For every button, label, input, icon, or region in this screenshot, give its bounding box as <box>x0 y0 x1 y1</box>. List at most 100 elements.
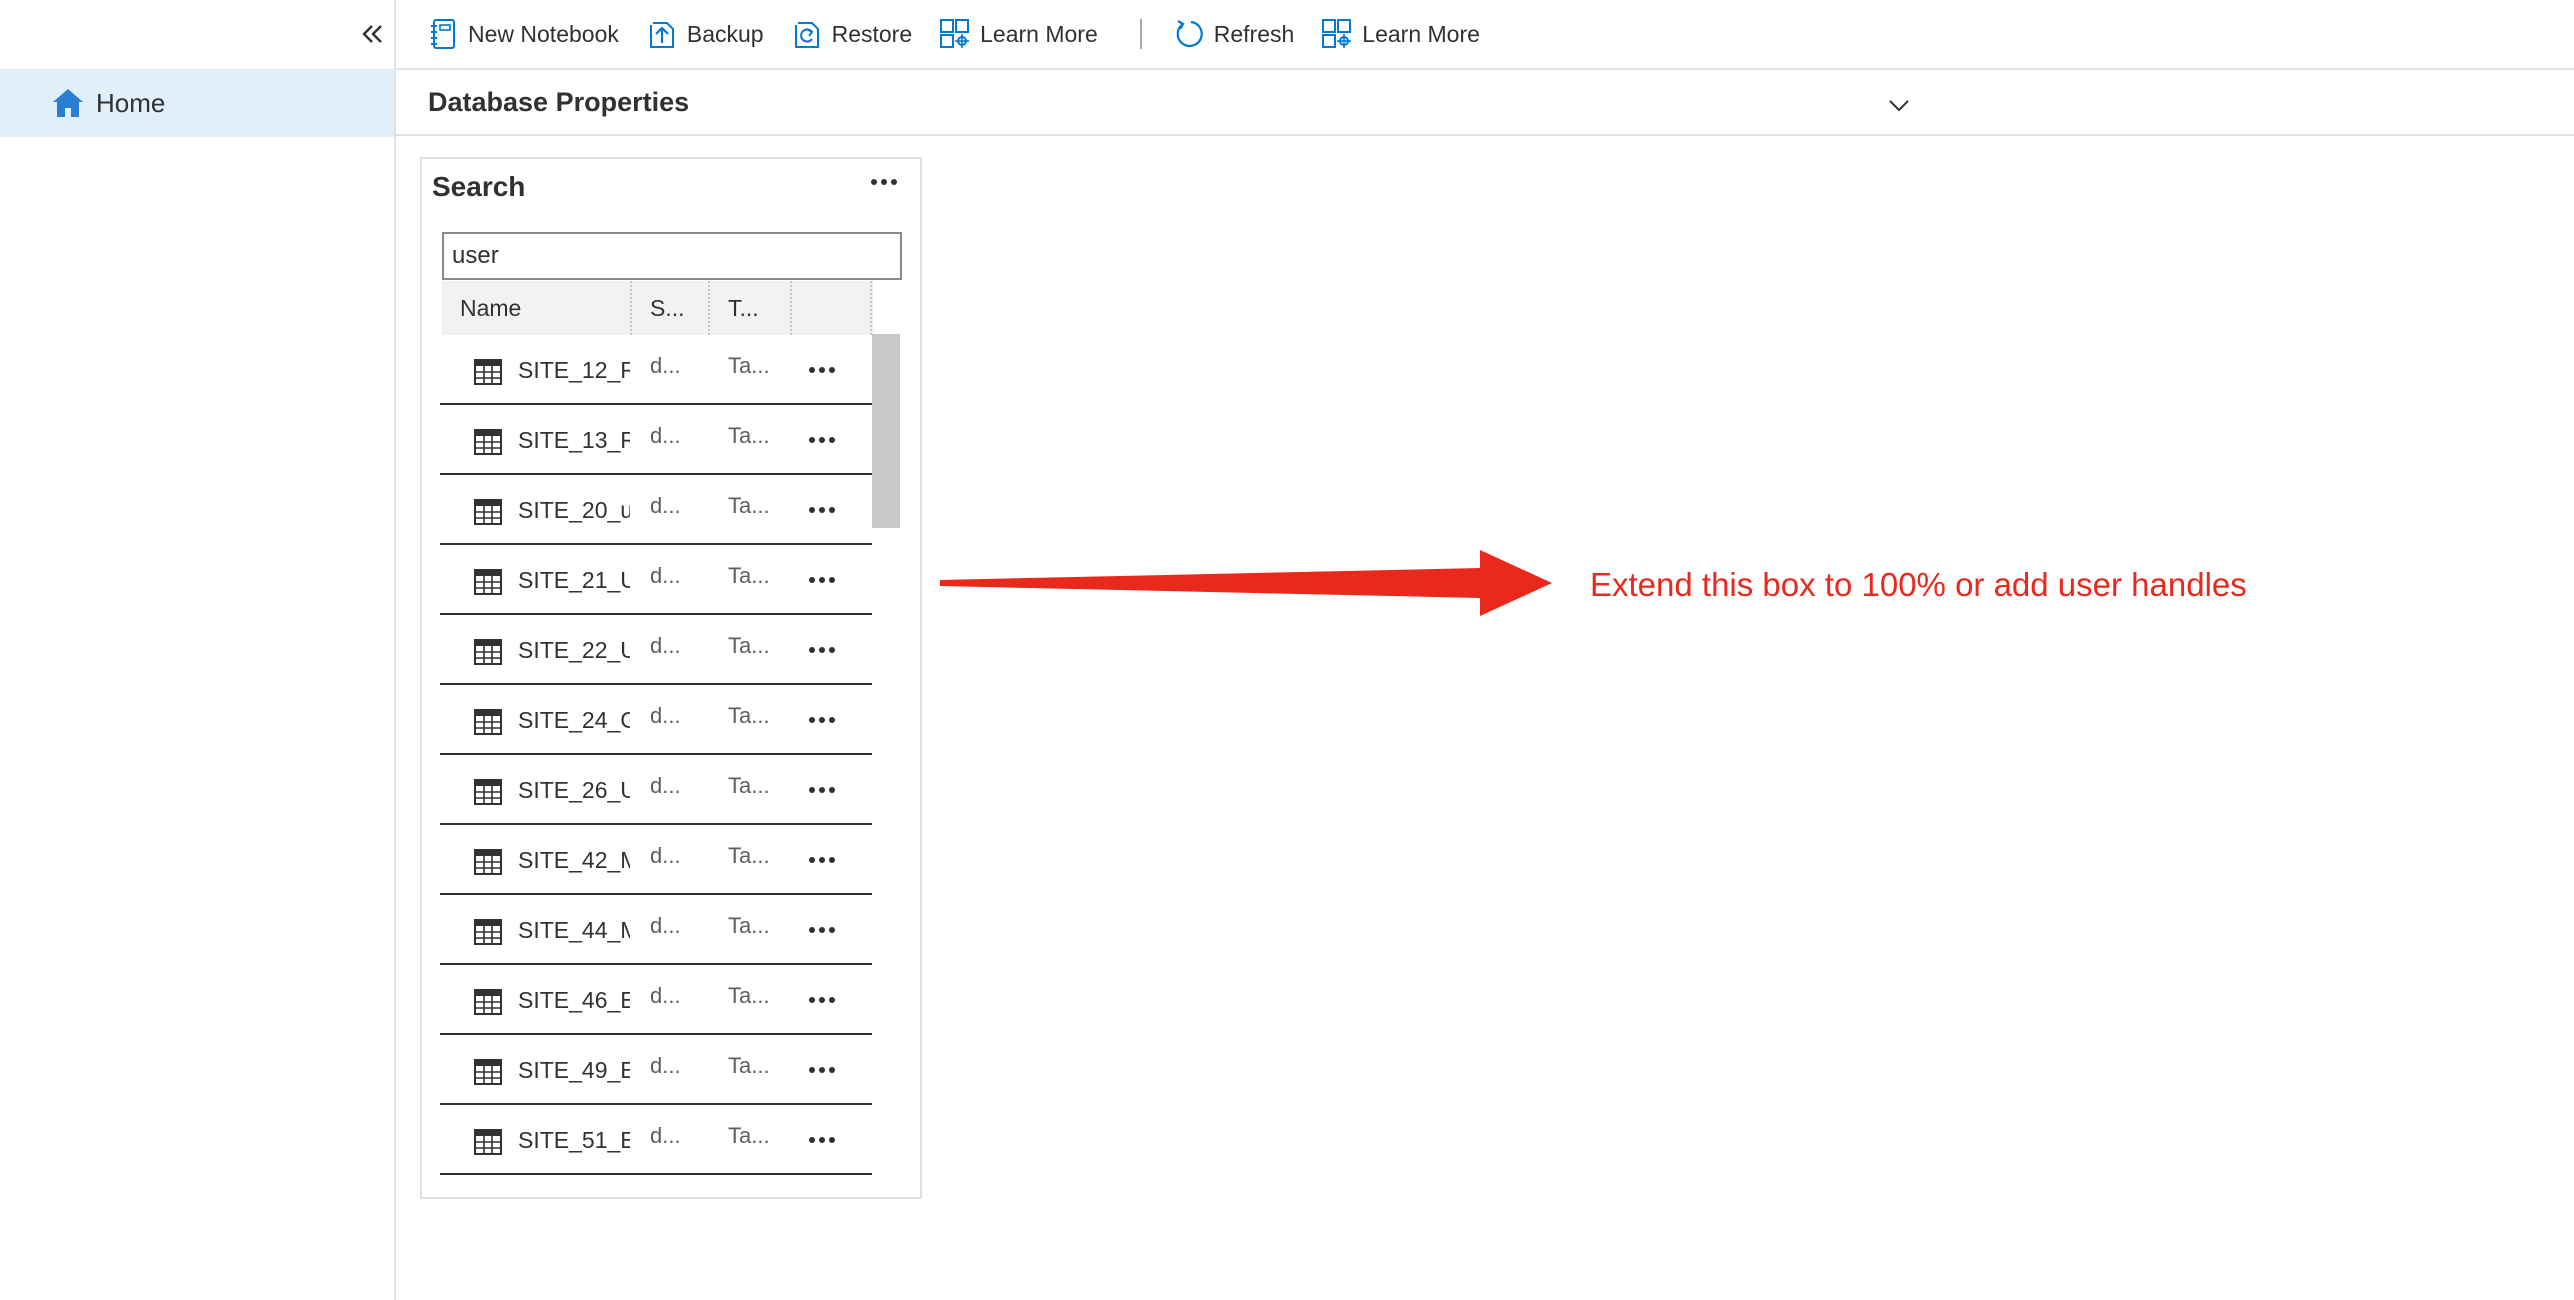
table-row[interactable]: SITE_26_U d... Ta... <box>440 755 872 825</box>
table-row[interactable]: SITE_21_U d... Ta... <box>440 545 872 615</box>
more-options-icon[interactable] <box>804 355 840 385</box>
refresh-button[interactable]: Refresh <box>1172 12 1295 56</box>
grid-header: Name S... T... <box>442 281 874 335</box>
column-header-name[interactable]: Name <box>442 281 632 335</box>
new-notebook-label: New Notebook <box>468 20 619 47</box>
row-type: Ta... <box>728 563 770 588</box>
chevron-down-icon[interactable] <box>1886 92 1912 118</box>
more-options-icon[interactable] <box>804 1055 840 1085</box>
grid-body: SITE_12_R d... Ta... SITE_13_R d... Ta... SITE… <box>440 335 900 1175</box>
more-options-icon[interactable] <box>804 425 840 455</box>
backup-label: Backup <box>686 20 764 47</box>
row-type: Ta... <box>728 703 770 728</box>
restore-label: Restore <box>831 20 913 47</box>
search-input[interactable] <box>442 232 902 280</box>
row-type: Ta... <box>728 353 770 378</box>
table-icon <box>474 429 502 455</box>
table-row[interactable]: SITE_12_R d... Ta... <box>440 335 872 405</box>
backup-button[interactable]: Backup <box>645 12 764 56</box>
row-type: Ta... <box>728 983 770 1008</box>
learn-more-label: Learn More <box>1362 20 1480 47</box>
table-icon <box>474 709 502 735</box>
row-schema: d... <box>650 563 681 588</box>
more-options-icon[interactable] <box>804 635 840 665</box>
row-name: SITE_21_U <box>518 567 630 593</box>
more-options-icon[interactable] <box>804 495 840 525</box>
sidebar-item-home[interactable]: Home <box>0 69 394 137</box>
toolbar-separator <box>1139 19 1142 49</box>
row-name: SITE_12_R <box>518 357 630 383</box>
row-name: SITE_46_E <box>518 987 630 1013</box>
table-row[interactable]: SITE_22_U d... Ta... <box>440 615 872 685</box>
row-name: SITE_20_u <box>518 497 630 523</box>
table-icon <box>474 359 502 385</box>
backup-icon <box>649 22 674 48</box>
scrollbar-thumb[interactable] <box>872 334 900 528</box>
row-schema: d... <box>650 983 681 1008</box>
table-row[interactable]: SITE_13_R d... Ta... <box>440 405 872 475</box>
row-schema: d... <box>650 353 681 378</box>
more-options-icon[interactable] <box>804 775 840 805</box>
table-icon <box>474 919 502 945</box>
more-options-icon[interactable] <box>804 845 840 875</box>
more-options-icon[interactable] <box>804 915 840 945</box>
double-chevron-left-icon[interactable] <box>356 18 388 50</box>
table-row[interactable]: SITE_42_M d... Ta... <box>440 825 872 895</box>
more-options-icon[interactable] <box>804 705 840 735</box>
table-icon <box>474 989 502 1015</box>
table-row[interactable]: SITE_24_G d... Ta... <box>440 685 872 755</box>
table-row[interactable]: SITE_46_E d... Ta... <box>440 965 872 1035</box>
row-schema: d... <box>650 773 681 798</box>
table-row[interactable]: SITE_20_u d... Ta... <box>440 475 872 545</box>
learn-more-button[interactable]: Learn More <box>938 12 1098 56</box>
row-schema: d... <box>650 703 681 728</box>
row-schema: d... <box>650 423 681 448</box>
table-icon <box>474 849 502 875</box>
more-options-icon[interactable] <box>804 565 840 595</box>
table-icon <box>474 779 502 805</box>
row-type: Ta... <box>728 1053 770 1078</box>
restore-button[interactable]: Restore <box>790 12 913 56</box>
table-row[interactable]: SITE_49_E d... Ta... <box>440 1035 872 1105</box>
refresh-icon <box>1176 20 1203 48</box>
row-name: SITE_51_E <box>518 1127 630 1153</box>
row-type: Ta... <box>728 773 770 798</box>
row-type: Ta... <box>728 913 770 938</box>
more-options-icon[interactable] <box>804 1125 840 1155</box>
row-name: SITE_24_G <box>518 707 630 733</box>
row-type: Ta... <box>728 843 770 868</box>
table-icon <box>474 569 502 595</box>
column-header-actions[interactable] <box>792 281 872 335</box>
learn-more-button-2[interactable]: Learn More <box>1320 12 1480 56</box>
row-type: Ta... <box>728 633 770 658</box>
new-notebook-button[interactable]: New Notebook <box>426 12 619 56</box>
learn-more-icon <box>1322 19 1352 48</box>
database-properties-header[interactable]: Database Properties <box>396 70 2574 136</box>
row-name: SITE_13_R <box>518 427 630 453</box>
row-schema: d... <box>650 633 681 658</box>
refresh-label: Refresh <box>1213 20 1295 47</box>
home-icon <box>53 89 83 117</box>
more-options-icon[interactable] <box>864 167 904 197</box>
row-schema: d... <box>650 843 681 868</box>
table-icon <box>474 1059 502 1085</box>
row-type: Ta... <box>728 493 770 518</box>
row-type: Ta... <box>728 1123 770 1148</box>
row-schema: d... <box>650 1123 681 1148</box>
row-schema: d... <box>650 913 681 938</box>
annotation-text: Extend this box to 100% or add user hand… <box>1590 566 2247 603</box>
annotation-arrow <box>940 550 1552 616</box>
notebook-icon <box>431 19 455 49</box>
sidebar-item-label: Home <box>96 87 166 118</box>
table-row[interactable]: SITE_51_E d... Ta... <box>440 1105 872 1175</box>
table-icon <box>474 499 502 525</box>
more-options-icon[interactable] <box>804 985 840 1015</box>
table-row[interactable]: SITE_44_M d... Ta... <box>440 895 872 965</box>
learn-more-label: Learn More <box>980 20 1098 47</box>
column-header-type[interactable]: T... <box>710 281 792 335</box>
toolbar: New Notebook Backup Restore Learn More R… <box>396 0 2574 70</box>
learn-more-icon <box>940 19 970 48</box>
widget-title: Search <box>432 171 526 202</box>
row-name: SITE_22_U <box>518 637 630 663</box>
column-header-schema[interactable]: S... <box>632 281 710 335</box>
